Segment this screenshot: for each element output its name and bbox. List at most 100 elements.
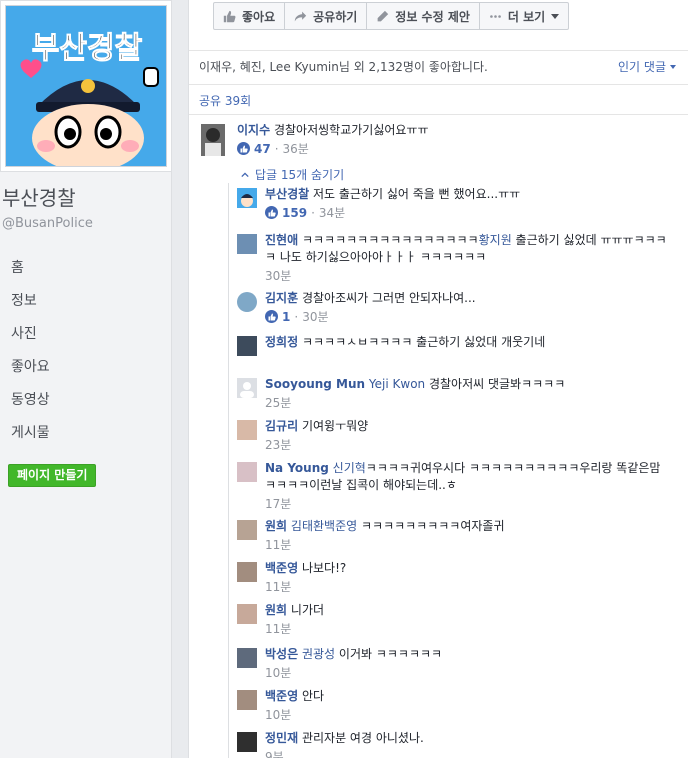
reply-timestamp[interactable]: 11분 — [265, 620, 291, 637]
meta-separator: · — [274, 141, 279, 156]
nav-item-likes[interactable]: 좋아요 — [0, 355, 172, 388]
avatar[interactable] — [237, 690, 257, 710]
reply-mention[interactable]: 신기혁 — [333, 461, 366, 475]
profile-picture[interactable]: 부산경찰 — [5, 5, 167, 167]
reply-author[interactable]: 김규리 — [265, 419, 298, 433]
reply-timestamp[interactable]: 25분 — [265, 394, 291, 411]
hide-replies-toggle[interactable]: 답글 15개 숨기기 — [241, 166, 344, 183]
reply-timestamp[interactable]: 23분 — [265, 436, 291, 453]
page-action-bar: 좋아요 공유하기 정보 수정 제안 더 보기 — [213, 2, 570, 30]
avatar[interactable] — [237, 462, 257, 482]
reply-mention[interactable]: 황지원 — [479, 233, 512, 247]
reply-timestamp[interactable]: 10분 — [265, 664, 291, 681]
reply-author[interactable]: 정민재 — [265, 731, 298, 745]
suggest-edit-label: 정보 수정 제안 — [395, 9, 470, 24]
reply-text: 이거봐 ㅋㅋㅋㅋㅋㅋ — [338, 647, 443, 661]
reply-mention[interactable]: Yeji Kwon — [369, 377, 425, 391]
profile-picture-frame[interactable]: 부산경찰 — [0, 0, 172, 172]
avatar[interactable] — [237, 604, 257, 624]
reply-author[interactable]: 백준영 — [265, 561, 298, 575]
page-name[interactable]: 부산경찰 — [2, 182, 76, 211]
reply-content: 정민재 관리자분 여경 아니셨나. 9분 — [265, 730, 667, 758]
comment-text: 경찰아저씽학교가기싫어요ㅠㅠ — [273, 123, 429, 137]
reply-content: 백준영 안다 10분 — [265, 688, 667, 723]
avatar[interactable] — [237, 732, 257, 752]
nav-item-about[interactable]: 정보 — [0, 289, 172, 322]
comment: 이지수 경찰아저씽학교가기싫어요ㅠㅠ 47 · 36분 — [201, 122, 671, 157]
nav-item-photos[interactable]: 사진 — [0, 322, 172, 355]
reply-content: 부산경찰 저도 출근하기 싫어 죽을 뻔 했어요...ㅠㅠ 159 · 34분 — [265, 186, 667, 221]
like-reaction-icon — [265, 206, 278, 219]
reply-author[interactable]: 백준영 — [265, 689, 298, 703]
reply: 진현애 ㅋㅋㅋㅋㅋㅋㅋㅋㅋㅋㅋㅋㅋㅋㅋㅋ황지원 출근하기 싫었데 ㅠㅠㅠㅋㅋㅋㅋ… — [237, 232, 667, 284]
avatar[interactable] — [237, 420, 257, 440]
reply-timestamp[interactable]: 34분 — [319, 204, 345, 221]
reply-author[interactable]: Sooyoung Mun — [265, 377, 365, 391]
suggest-edit-button[interactable]: 정보 수정 제안 — [367, 3, 480, 29]
like-page-button[interactable]: 좋아요 — [214, 3, 286, 29]
reply-meta: 17분 — [265, 495, 667, 512]
comment-like-count[interactable]: 47 — [254, 142, 271, 156]
reply: 원희 니가더 11분 — [237, 602, 667, 637]
reply-author[interactable]: 원희 — [265, 519, 287, 533]
nav-item-home[interactable]: 홈 — [0, 256, 172, 289]
reply: 정희정 ㅋㅋㅋㅋㅅㅂㅋㅋㅋㅋ 출근하기 싫었대 개웃기네 — [237, 334, 667, 356]
create-page-button[interactable]: 페이지 만들기 — [8, 464, 97, 487]
ellipsis-icon — [490, 14, 501, 18]
reply-text: 관리자분 여경 아니셨나. — [301, 731, 424, 745]
reply-timestamp[interactable]: 30분 — [265, 267, 291, 284]
reply: 백준영 안다 10분 — [237, 688, 667, 723]
nav-item-videos[interactable]: 동영상 — [0, 388, 172, 421]
reply-text: 기여윙ㅜ뭐양 — [301, 419, 369, 433]
reply-like-count[interactable]: 159 — [282, 206, 307, 220]
reply-author[interactable]: 진현애 — [265, 233, 298, 247]
reply-meta: 23분 — [265, 436, 667, 453]
avatar[interactable] — [237, 292, 257, 312]
reply-like-count[interactable]: 1 — [282, 310, 290, 324]
avatar[interactable] — [201, 124, 225, 156]
comment-timestamp[interactable]: 36분 — [283, 140, 309, 157]
more-label: 더 보기 — [507, 9, 546, 24]
comment-sort-dropdown[interactable]: 인기 댓글 — [618, 58, 676, 75]
avatar[interactable] — [237, 378, 257, 398]
shares-count-link[interactable]: 공유 39회 — [199, 92, 251, 109]
reply: Na Young 신기혁ㅋㅋㅋㅋ귀여우시다 ㅋㅋㅋㅋㅋㅋㅋㅋㅋㅋ우리랑 똑같은맘… — [237, 460, 667, 512]
avatar[interactable] — [237, 336, 257, 356]
reply-meta: 10분 — [265, 664, 667, 681]
avatar[interactable] — [237, 648, 257, 668]
avatar[interactable] — [237, 520, 257, 540]
avatar[interactable] — [237, 188, 257, 208]
reply-text: 저도 출근하기 싫어 죽을 뻔 했어요...ㅠㅠ — [313, 187, 521, 201]
share-button[interactable]: 공유하기 — [285, 3, 368, 29]
likes-summary-text[interactable]: 이재우, 혜진, Lee Kyumin님 외 2,132명이 좋아합니다. — [199, 58, 488, 75]
reply-author[interactable]: 부산경찰 — [265, 187, 309, 201]
avatar[interactable] — [237, 562, 257, 582]
reply-timestamp[interactable]: 17분 — [265, 495, 291, 512]
reply-timestamp[interactable]: 9분 — [265, 748, 284, 758]
reply-author[interactable]: 박성은 — [265, 647, 298, 661]
comment-author[interactable]: 이지수 — [237, 123, 270, 137]
comment-content: 이지수 경찰아저씽학교가기싫어요ㅠㅠ 47 · 36분 — [237, 122, 671, 157]
avatar[interactable] — [237, 234, 257, 254]
reply-author[interactable]: 정희정 — [265, 335, 298, 349]
reply-content: 정희정 ㅋㅋㅋㅋㅅㅂㅋㅋㅋㅋ 출근하기 싫었대 개웃기네 — [265, 334, 667, 351]
reply-content: Na Young 신기혁ㅋㅋㅋㅋ귀여우시다 ㅋㅋㅋㅋㅋㅋㅋㅋㅋㅋ우리랑 똑같은맘… — [265, 460, 667, 512]
more-button[interactable]: 더 보기 — [480, 3, 568, 29]
divider — [189, 50, 688, 51]
reply-author[interactable]: 원희 — [265, 603, 287, 617]
reply-mention[interactable]: 권광성 — [302, 647, 335, 661]
like-reaction-icon — [265, 310, 278, 323]
chevron-down-icon — [670, 64, 676, 69]
reply-timestamp[interactable]: 11분 — [265, 536, 291, 553]
share-arrow-icon — [294, 11, 307, 21]
reply-timestamp[interactable]: 11분 — [265, 578, 291, 595]
reply-text: 니가더 — [290, 603, 325, 617]
reply-timestamp[interactable]: 10분 — [265, 706, 291, 723]
reply-text: 안다 — [301, 689, 325, 703]
reply-author[interactable]: Na Young — [265, 461, 329, 475]
chevron-down-icon — [551, 13, 560, 19]
nav-item-posts[interactable]: 게시물 — [0, 421, 172, 454]
reply-author[interactable]: 김지훈 — [265, 291, 298, 305]
reply-mention[interactable]: 김태환백준영 — [291, 519, 357, 533]
reply-timestamp[interactable]: 30분 — [302, 308, 328, 325]
